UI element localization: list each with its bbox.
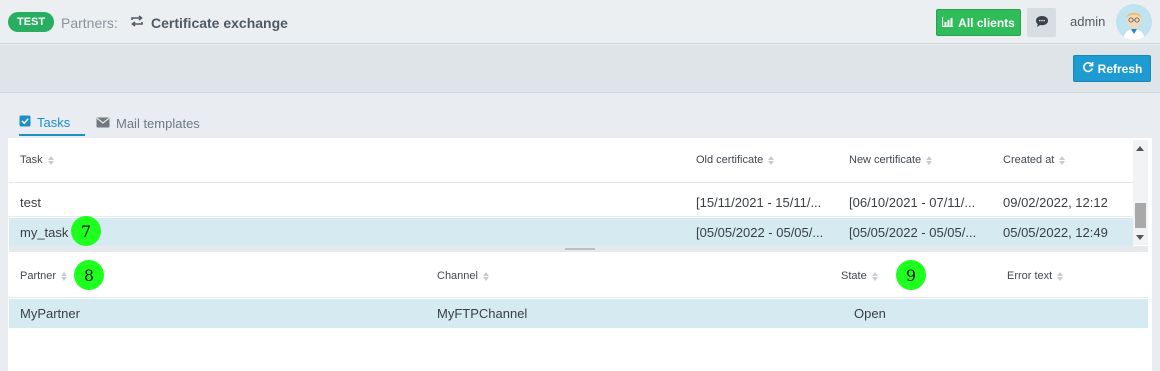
old-certificate: [15/11/2021 - 15/11/... (696, 195, 822, 210)
checkbox-icon (19, 115, 31, 130)
repeat-icon (129, 13, 145, 29)
tab-tasks-label: Tasks (37, 114, 71, 130)
created-at: 09/02/2022, 12:12 (1003, 195, 1108, 210)
table-row[interactable]: MyPartner MyFTPChannel Open (9, 299, 1148, 328)
chat-button[interactable] (1027, 8, 1056, 37)
column-header-partner[interactable]: Partner (20, 270, 68, 282)
task-name: test (20, 195, 41, 210)
breadcrumb-prefix: Partners: (61, 15, 118, 31)
scroll-thumb[interactable] (1135, 203, 1146, 228)
table-row[interactable]: test [15/11/2021 - 15/11/... [06/10/2021… (9, 188, 1133, 217)
page-title: Certificate exchange (151, 15, 288, 31)
sort-icon (871, 271, 878, 281)
table-row[interactable]: my_task [05/05/2022 - 05/05/... [05/05/2… (9, 218, 1133, 247)
column-header-task[interactable]: Task (20, 154, 54, 166)
sort-icon (926, 155, 933, 165)
tasks-scrollbar[interactable] (1133, 140, 1148, 245)
tab-tasks[interactable]: Tasks (19, 110, 85, 136)
column-header-old-certificate[interactable]: Old certificate (696, 154, 775, 166)
column-header-new-certificate[interactable]: New certificate (849, 154, 933, 166)
old-certificate: [05/05/2022 - 05/05/... (696, 225, 824, 240)
annotation-marker-9: 9 (896, 260, 926, 290)
partners-table-header: Partner Channel State Error text (9, 253, 1148, 298)
created-at: 05/05/2022, 12:49 (1003, 225, 1108, 240)
sort-icon (482, 271, 489, 281)
column-header-created-at[interactable]: Created at (1003, 154, 1066, 166)
sort-icon (1059, 155, 1066, 165)
column-header-state[interactable]: State (841, 270, 878, 282)
toolbar (0, 45, 1160, 93)
task-name: my_task (20, 225, 69, 240)
environment-badge: TEST (8, 12, 55, 32)
tab-mail-templates[interactable]: Mail templates (96, 110, 200, 136)
sort-icon (768, 155, 775, 165)
top-bar: TEST Partners: Certificate exchange All … (0, 0, 1160, 44)
chart-icon (942, 16, 954, 30)
refresh-label: Refresh (1097, 61, 1143, 76)
scroll-up-icon[interactable] (1136, 146, 1144, 151)
envelope-icon (96, 116, 110, 131)
refresh-icon (1082, 61, 1094, 76)
annotation-marker-7: 7 (71, 216, 101, 246)
state-value: Open (854, 306, 886, 321)
all-clients-button[interactable]: All clients (936, 9, 1021, 36)
tab-mail-templates-label: Mail templates (116, 115, 200, 131)
annotation-marker-8: 8 (74, 260, 104, 290)
column-header-channel[interactable]: Channel (437, 270, 489, 282)
scroll-down-icon[interactable] (1136, 235, 1144, 240)
panel-splitter[interactable] (9, 246, 1148, 252)
partner-name: MyPartner (20, 306, 80, 321)
new-certificate: [05/05/2022 - 05/05/... (849, 225, 977, 240)
channel-name: MyFTPChannel (437, 306, 528, 321)
splitter-grip[interactable] (565, 248, 595, 250)
refresh-button[interactable]: Refresh (1073, 55, 1151, 82)
sort-icon (47, 155, 54, 165)
sort-icon (61, 271, 68, 281)
column-header-error-text[interactable]: Error text (1007, 270, 1064, 282)
username[interactable]: admin (1070, 14, 1105, 29)
sort-icon (1057, 271, 1064, 281)
avatar[interactable] (1116, 4, 1152, 40)
tasks-table-header: Task Old certificate New certificate Cre… (9, 140, 1133, 183)
new-certificate: [06/10/2021 - 07/11/... (849, 195, 976, 210)
chat-bubble-icon (1035, 15, 1049, 31)
all-clients-label: All clients (958, 15, 1015, 30)
